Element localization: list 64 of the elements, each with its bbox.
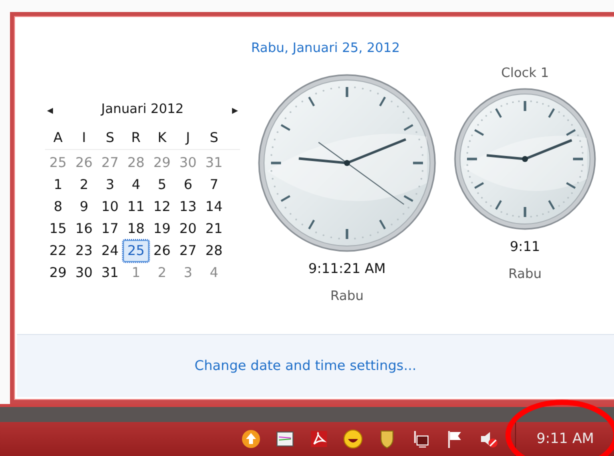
taskbar-clock[interactable]: 9:11 AM <box>536 431 594 447</box>
weekday-label: J <box>184 129 191 148</box>
calendar-day[interactable]: 30 <box>175 152 201 174</box>
weekday-label: S <box>104 129 116 148</box>
calendar-day[interactable]: 16 <box>71 218 97 240</box>
calendar-day[interactable]: 28 <box>201 240 227 262</box>
calendar-day[interactable]: 5 <box>149 174 175 196</box>
calendar-day[interactable]: 22 <box>45 240 71 262</box>
smiley-icon[interactable] <box>343 429 364 449</box>
calendar-day[interactable]: 27 <box>97 152 123 174</box>
calendar-day[interactable]: 1 <box>45 174 71 196</box>
calendar-day[interactable]: 26 <box>71 152 97 174</box>
clock-title: Clock 1 <box>501 66 549 81</box>
calendar-day[interactable]: 7 <box>201 174 227 196</box>
clock-day: Rabu <box>330 289 364 304</box>
clock-day: Rabu <box>508 267 542 282</box>
calendar-day[interactable]: 29 <box>149 152 175 174</box>
monitor-icon[interactable] <box>275 429 296 449</box>
calendar-day[interactable]: 30 <box>71 262 97 284</box>
calendar-day[interactable]: 27 <box>175 240 201 262</box>
weekday-label: K <box>156 129 168 148</box>
settings-link[interactable]: Change date and time settings... <box>194 358 416 374</box>
calendar-day[interactable]: 3 <box>97 174 123 196</box>
calendar-day[interactable]: 10 <box>97 196 123 218</box>
clock-time: 9:11:21 AM <box>308 261 386 277</box>
weekday-label: I <box>81 129 87 148</box>
previous-month-button[interactable]: ◂ <box>47 102 54 116</box>
calendar-day[interactable]: 21 <box>201 218 227 240</box>
weekday-label: R <box>130 129 142 148</box>
calendar-day[interactable]: 9 <box>71 196 97 218</box>
calendar-day[interactable]: 25 <box>123 240 149 262</box>
calendar-day[interactable]: 6 <box>175 174 201 196</box>
weekday-label: S <box>208 129 220 148</box>
calendar-day[interactable]: 8 <box>45 196 71 218</box>
calendar-day[interactable]: 20 <box>175 218 201 240</box>
calendar-day[interactable]: 26 <box>149 240 175 262</box>
calendar-day[interactable]: 13 <box>175 196 201 218</box>
calendar-day[interactable]: 18 <box>123 218 149 240</box>
calendar-day[interactable]: 2 <box>71 174 97 196</box>
calendar-day[interactable]: 24 <box>97 240 123 262</box>
calendar-day[interactable]: 17 <box>97 218 123 240</box>
weekday-label: A <box>52 129 64 148</box>
calendar-day[interactable]: 1 <box>123 262 149 284</box>
calendar-day[interactable]: 23 <box>71 240 97 262</box>
muted-speaker-icon[interactable] <box>479 429 500 449</box>
calendar-day[interactable]: 4 <box>123 174 149 196</box>
calendar-day[interactable]: 31 <box>201 152 227 174</box>
calendar-day[interactable]: 15 <box>45 218 71 240</box>
calendar-day[interactable]: 12 <box>149 196 175 218</box>
calendar-day[interactable]: 25 <box>45 152 71 174</box>
calendar-day[interactable]: 29 <box>45 262 71 284</box>
calendar-day[interactable]: 11 <box>123 196 149 218</box>
calendar-day[interactable]: 2 <box>149 262 175 284</box>
calendar-day[interactable]: 28 <box>123 152 149 174</box>
calendar-day[interactable]: 3 <box>175 262 201 284</box>
calendar-day[interactable]: 4 <box>201 262 227 284</box>
calendar-day[interactable]: 14 <box>201 196 227 218</box>
month-title[interactable]: Januari 2012 <box>101 102 184 117</box>
calendar-day[interactable]: 31 <box>97 262 123 284</box>
calendar-day[interactable]: 19 <box>149 218 175 240</box>
date-heading[interactable]: Rabu, Januari 25, 2012 <box>251 41 400 56</box>
clock-time: 9:11 <box>510 239 540 255</box>
pdf-icon[interactable] <box>309 429 330 449</box>
next-month-button[interactable]: ▸ <box>232 102 238 116</box>
